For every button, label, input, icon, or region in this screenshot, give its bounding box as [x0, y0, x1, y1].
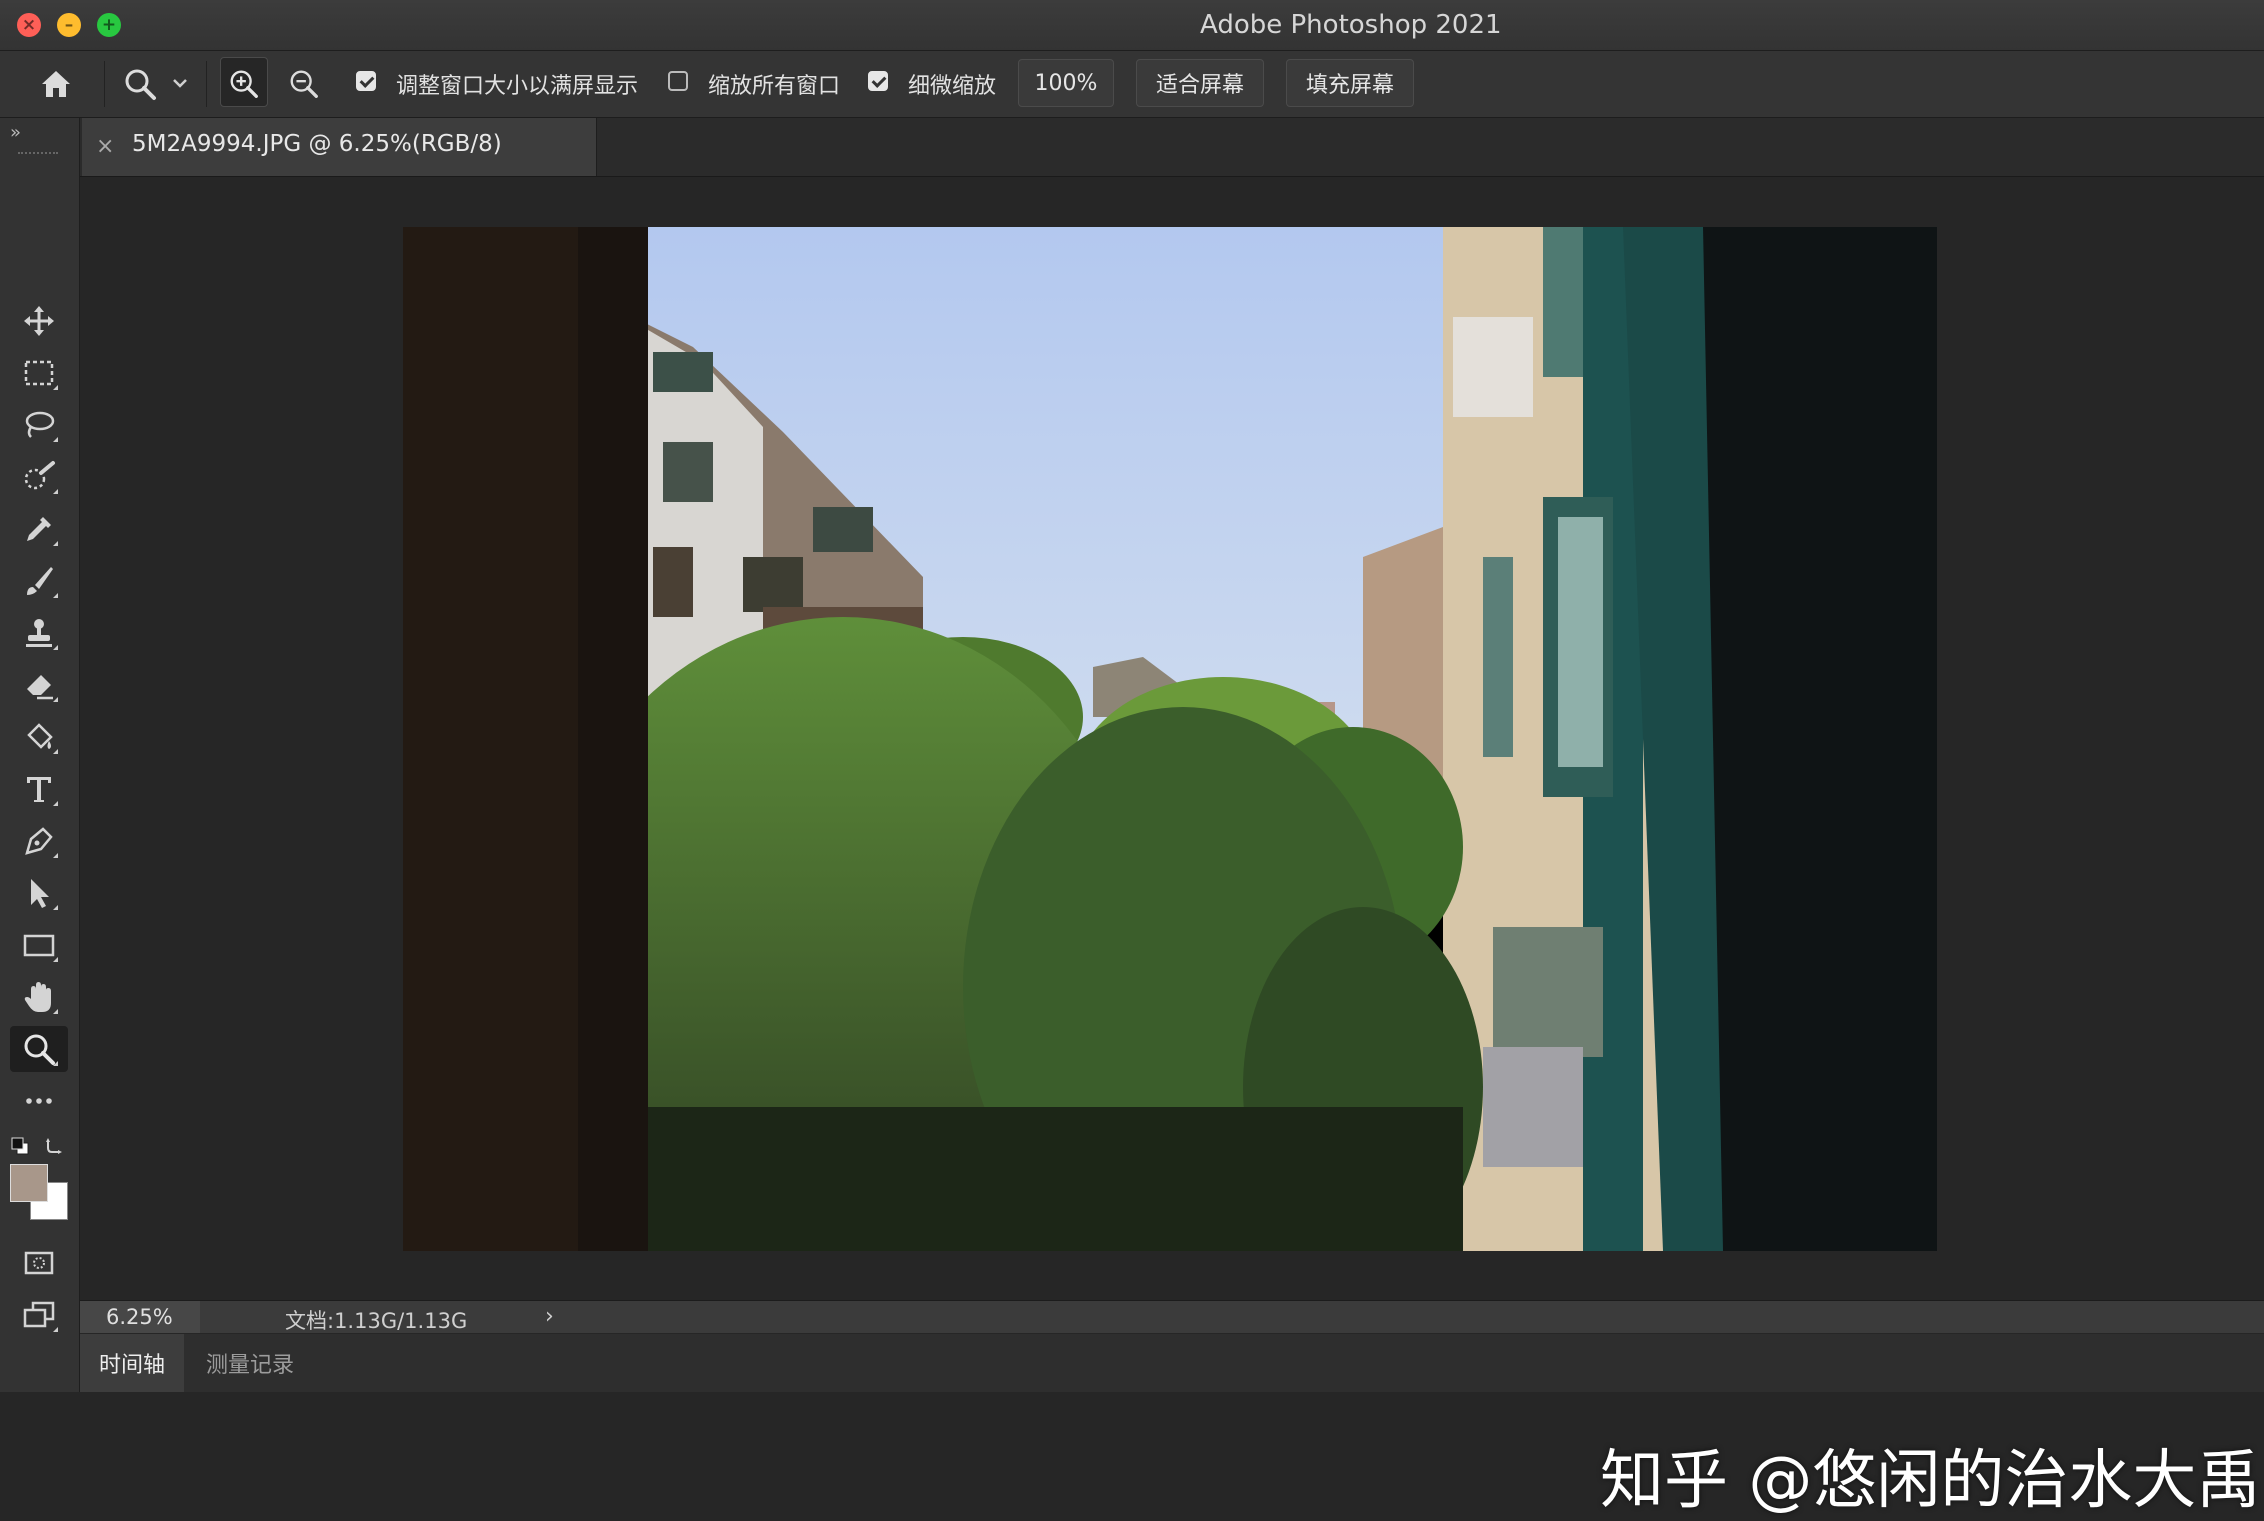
lasso-icon: [25, 411, 55, 438]
quick-mask-icon: [24, 1251, 54, 1275]
title-bar: × – + Adobe Photoshop 2021: [0, 0, 2264, 51]
zoom-tool-icon: [125, 69, 156, 100]
swap-colors-icon: [46, 1138, 62, 1154]
collapse-panel-icon[interactable]: »: [10, 122, 21, 143]
watermark-text: 知乎 @悠闲的治水大禹: [1600, 1444, 2261, 1518]
photo-canvas: [403, 227, 1937, 1251]
fit-screen-button[interactable]: 适合屏幕: [1136, 59, 1264, 107]
zoom-icon: [24, 1034, 55, 1065]
paint-bucket-icon: [27, 723, 53, 749]
zoom-in-icon: [230, 70, 258, 98]
resize-windows-checkbox[interactable]: [356, 71, 376, 91]
preset-dropdown[interactable]: [168, 71, 192, 95]
move-tool[interactable]: [10, 298, 68, 344]
resize-windows-label: 调整窗口大小以满屏显示: [396, 74, 639, 99]
minimize-icon: –: [64, 15, 74, 35]
quick-selection-tool[interactable]: [10, 454, 68, 500]
lasso-tool[interactable]: [10, 402, 68, 448]
tools-panel: »: [0, 118, 80, 1392]
type-icon: [27, 777, 51, 802]
scrubby-zoom-label: 细微缩放: [908, 74, 997, 99]
zoom-tool[interactable]: [10, 1026, 68, 1072]
zoom-100-button[interactable]: 100%: [1018, 59, 1114, 107]
eyedropper-tool[interactable]: [10, 506, 68, 552]
rectangle-tool[interactable]: [10, 922, 68, 968]
document-tab-title: 5M2A9994.JPG @ 6.25%(RGB/8): [132, 131, 502, 157]
rectangle-icon: [23, 934, 55, 957]
maximize-icon: +: [101, 15, 117, 35]
options-bar: 调整窗口大小以满屏显示 缩放所有窗口 细微缩放 100% 适合屏幕 填充屏幕: [0, 51, 2264, 118]
zoom-level-field[interactable]: 6.25%: [80, 1301, 200, 1333]
separator: [104, 61, 105, 107]
scrubby-zoom-checkbox[interactable]: [868, 71, 888, 91]
panel-grip[interactable]: [18, 152, 58, 157]
brush-icon: [27, 567, 53, 595]
zoom-all-windows-checkbox[interactable]: [668, 71, 688, 91]
separator: [206, 61, 207, 107]
quick-mask-button[interactable]: [10, 1240, 68, 1286]
more-tools-button[interactable]: [10, 1078, 68, 1124]
brush-tool[interactable]: [10, 558, 68, 604]
app-title: Adobe Photoshop 2021: [1200, 10, 1502, 40]
rectangular-marquee-icon: [24, 360, 54, 386]
tab-timeline[interactable]: 时间轴: [80, 1334, 184, 1392]
document-size-info: 文档:1.13G/1.13G: [285, 1309, 468, 1333]
home-icon: [42, 71, 70, 97]
close-icon[interactable]: ×: [96, 134, 114, 159]
tab-measurement-log[interactable]: 测量记录: [190, 1334, 310, 1392]
hand-icon: [24, 982, 51, 1012]
paint-bucket-tool[interactable]: [10, 714, 68, 760]
status-bar: 6.25% 文档:1.13G/1.13G ›: [80, 1300, 2264, 1333]
close-window-button[interactable]: ×: [17, 13, 41, 37]
screen-mode-icon: [23, 1301, 55, 1328]
close-icon: ×: [21, 15, 37, 35]
clone-stamp-tool[interactable]: [10, 610, 68, 656]
more-icon: [26, 1098, 52, 1104]
zoom-out-icon: [290, 70, 318, 98]
eyedropper-icon: [27, 517, 51, 541]
default-colors-button[interactable]: [10, 1136, 30, 1156]
eraser-icon: [27, 675, 53, 700]
type-tool[interactable]: [10, 766, 68, 812]
hand-tool[interactable]: [10, 974, 68, 1020]
bottom-panel-tabs: 时间轴 测量记录: [80, 1334, 2264, 1392]
home-button[interactable]: [30, 63, 82, 105]
path-selection-tool[interactable]: [10, 870, 68, 916]
minimize-window-button[interactable]: –: [57, 13, 81, 37]
foreground-color-swatch[interactable]: [10, 1164, 48, 1202]
document-tab-bar: × 5M2A9994.JPG @ 6.25%(RGB/8): [80, 118, 2264, 177]
fill-screen-button[interactable]: 填充屏幕: [1286, 59, 1414, 107]
clone-stamp-icon: [26, 619, 52, 647]
path-selection-icon: [31, 879, 49, 908]
default-colors-icon: [11, 1137, 29, 1155]
eraser-tool[interactable]: [10, 662, 68, 708]
zoom-level: 6.25%: [106, 1305, 173, 1329]
document-image[interactable]: [403, 227, 1937, 1251]
zoom-in-icon-wrap[interactable]: [222, 61, 266, 107]
maximize-window-button[interactable]: +: [97, 13, 121, 37]
pen-tool[interactable]: [10, 818, 68, 864]
swap-colors-button[interactable]: [44, 1134, 66, 1156]
canvas-area[interactable]: 知乎 @悠闲的治水大禹: [80, 177, 2264, 1518]
quick-selection-icon: [24, 461, 55, 490]
screen-mode-button[interactable]: [10, 1292, 68, 1338]
document-tab[interactable]: × 5M2A9994.JPG @ 6.25%(RGB/8): [82, 118, 597, 176]
zoom-all-windows-label: 缩放所有窗口: [708, 74, 841, 99]
pen-icon: [25, 827, 53, 855]
tool-preset-picker[interactable]: [118, 61, 162, 107]
move-icon: [24, 306, 54, 336]
status-menu-chevron[interactable]: ›: [545, 1304, 554, 1329]
zoom-out-button[interactable]: [282, 61, 326, 107]
marquee-tool[interactable]: [10, 350, 68, 396]
chevron-down-icon: [173, 79, 187, 88]
